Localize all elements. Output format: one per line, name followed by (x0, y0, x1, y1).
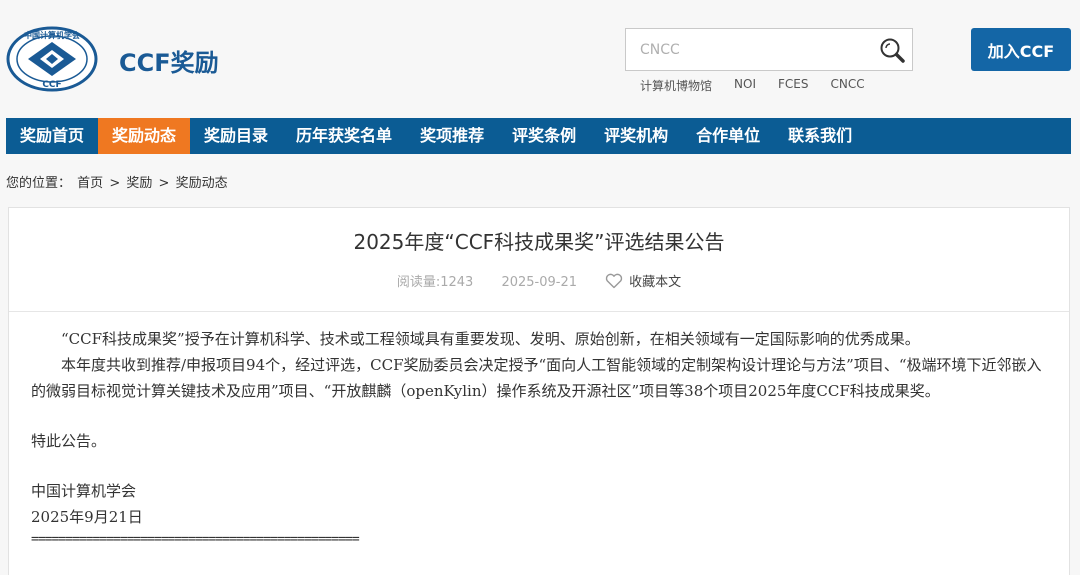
link-noi[interactable]: NOI (734, 77, 756, 94)
signature-date: 2025年9月21日 (31, 508, 143, 526)
article-meta: 阅读量:1243 2025-09-21 收藏本文 (9, 271, 1069, 290)
view-count: 阅读量:1243 (396, 275, 474, 290)
site-header: 中国计算机学会 CCF CCF奖励 计算机博物馆 NOI FCES CNCC 加… (0, 0, 1080, 118)
link-fces[interactable]: FCES (778, 77, 808, 94)
article-header: 2025年度“CCF科技成果奖”评选结果公告 阅读量:1243 2025-09-… (9, 208, 1069, 312)
main-nav: 奖励首页 奖励动态 奖励目录 历年获奖名单 奖项推荐 评奖条例 评奖机构 合作单… (6, 118, 1071, 154)
article: 2025年度“CCF科技成果奖”评选结果公告 阅读量:1243 2025-09-… (8, 207, 1070, 575)
favorite-button[interactable]: 收藏本文 (605, 273, 682, 290)
nav-item-partners[interactable]: 合作单位 (682, 118, 774, 154)
join-ccf-button[interactable]: 加入CCF (971, 28, 1071, 71)
paragraph-intro: “CCF科技成果奖”授予在计算机科学、技术或工程领域具有重要发现、发明、原始创新… (61, 330, 920, 348)
favorite-label: 收藏本文 (629, 275, 682, 290)
breadcrumb-separator: > (158, 176, 170, 191)
nav-item-home[interactable]: 奖励首页 (6, 118, 98, 154)
breadcrumb-awards[interactable]: 奖励 (126, 176, 152, 191)
nav-item-nominate[interactable]: 奖项推荐 (406, 118, 498, 154)
link-cncc[interactable]: CNCC (830, 77, 864, 94)
nav-item-committee[interactable]: 评奖机构 (590, 118, 682, 154)
nav-item-contact[interactable]: 联系我们 (774, 118, 866, 154)
search-input[interactable] (626, 29, 874, 70)
link-museum[interactable]: 计算机博物馆 (640, 77, 712, 94)
nav-item-rules[interactable]: 评奖条例 (498, 118, 590, 154)
nav-item-news[interactable]: 奖励动态 (98, 118, 191, 154)
breadcrumb: 您的位置： 首页 > 奖励 > 奖励动态 (6, 172, 230, 191)
search-icon[interactable] (878, 36, 906, 64)
signature-org: 中国计算机学会 (31, 482, 137, 500)
quick-links: 计算机博物馆 NOI FCES CNCC (640, 77, 887, 94)
breadcrumb-current[interactable]: 奖励动态 (176, 176, 228, 191)
breadcrumb-separator: > (109, 176, 121, 191)
nav-item-catalog[interactable]: 奖励目录 (190, 118, 282, 154)
search-box (625, 28, 913, 71)
site-name[interactable]: CCF奖励 (119, 43, 219, 78)
paragraph-notice: 特此公告。 (31, 432, 107, 450)
paragraph-result: 本年度共收到推荐/申报项目94个，经过评选，CCF奖励委员会决定授予“面向人工智… (31, 356, 1042, 400)
heart-icon (606, 273, 623, 289)
breadcrumb-home[interactable]: 首页 (77, 176, 103, 191)
publish-date: 2025-09-21 (501, 275, 577, 290)
article-body: “CCF科技成果奖”授予在计算机科学、技术或工程领域具有重要发现、发明、原始创新… (9, 312, 1069, 550)
text-divider: ========================================… (31, 532, 360, 547)
nav-item-winners[interactable]: 历年获奖名单 (282, 118, 406, 154)
logo-text-bottom: CCF (42, 80, 61, 90)
ccf-logo[interactable]: 中国计算机学会 CCF (6, 26, 98, 92)
article-title: 2025年度“CCF科技成果奖”评选结果公告 (353, 230, 725, 254)
logo-text-top: 中国计算机学会 (24, 30, 80, 40)
breadcrumb-prefix: 您的位置： (6, 176, 72, 191)
